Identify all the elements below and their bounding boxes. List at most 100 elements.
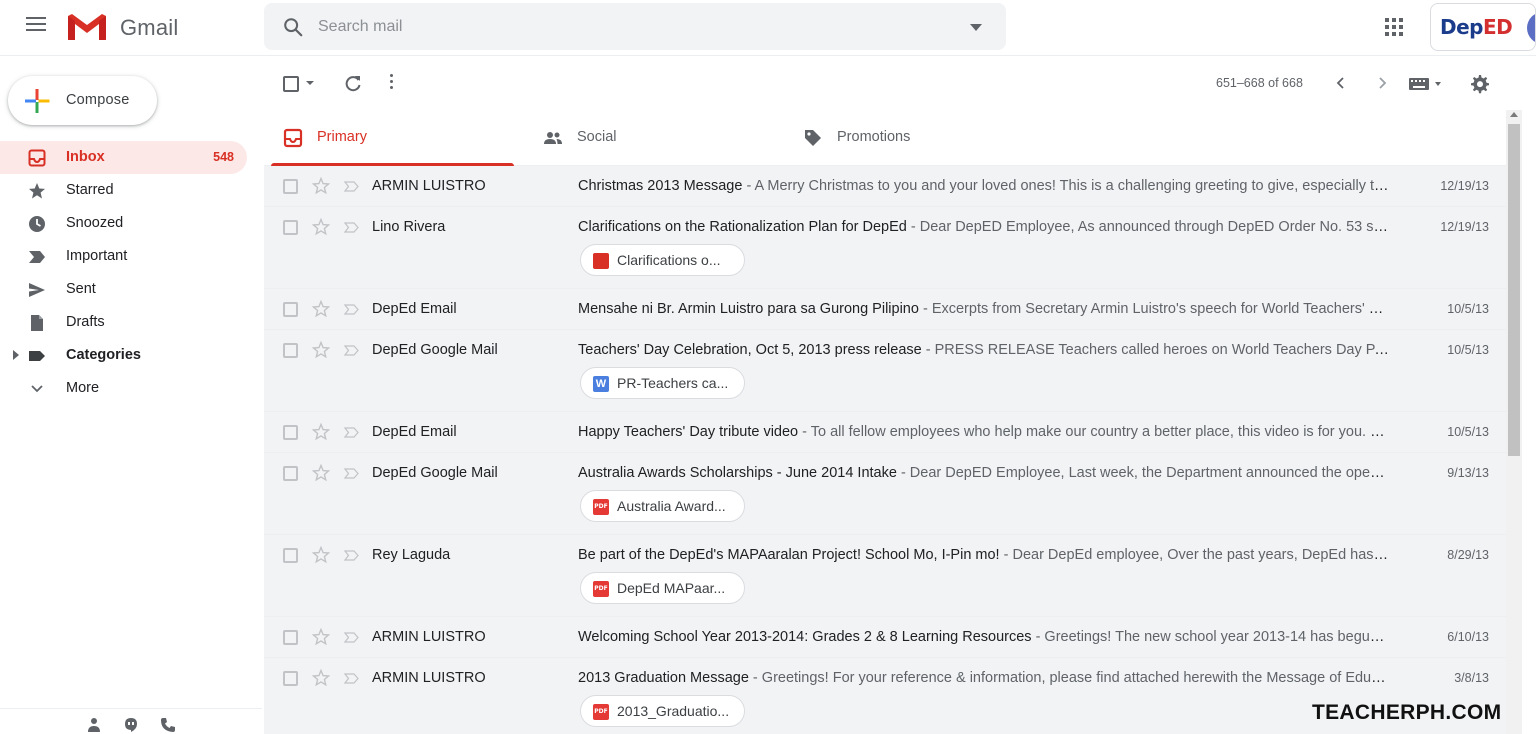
email-date: 6/10/13 <box>1447 630 1489 644</box>
email-row[interactable]: ARMIN LUISTRO Christmas 2013 Message - A … <box>264 166 1507 207</box>
email-subject: Be part of the DepEd's MAPAaralan Projec… <box>578 547 1000 563</box>
chevron-left-icon[interactable] <box>1334 76 1348 90</box>
sidebar-item-snoozed[interactable]: Snoozed <box>0 207 247 240</box>
pdf-file-icon: PDF <box>593 581 609 597</box>
sidebar-item-sent[interactable]: Sent <box>0 273 247 306</box>
row-checkbox[interactable] <box>283 466 298 481</box>
email-row[interactable]: DepEd Email Happy Teachers' Day tribute v… <box>264 412 1507 453</box>
search-icon[interactable] <box>282 16 304 38</box>
row-checkbox[interactable] <box>283 548 298 563</box>
row-checkbox[interactable] <box>283 220 298 235</box>
email-row[interactable]: Lino Rivera Clarifications on the Rationa… <box>264 207 1507 289</box>
more-options-icon[interactable] <box>390 74 394 92</box>
settings-gear-icon[interactable] <box>1470 74 1490 94</box>
email-row[interactable]: DepEd Google Mail Australia Awards Schola… <box>264 453 1507 535</box>
tab-social[interactable]: Social <box>524 110 774 166</box>
expand-caret-icon[interactable] <box>13 350 19 360</box>
email-sender: ARMIN LUISTRO <box>372 670 486 686</box>
star-outline-icon[interactable] <box>312 423 330 441</box>
search-input[interactable] <box>318 13 938 40</box>
attachment-chip[interactable]: W PR-Teachers ca... <box>580 367 745 399</box>
compose-label: Compose <box>66 92 130 108</box>
keyboard-icon[interactable] <box>1408 77 1448 91</box>
email-row[interactable]: DepEd Google Mail Teachers' Day Celebrati… <box>264 330 1507 412</box>
sidebar-item-inbox[interactable]: Inbox 548 <box>0 141 247 174</box>
chevron-right-icon[interactable] <box>1375 76 1389 90</box>
important-marker-icon[interactable] <box>344 222 359 233</box>
attachment-chip[interactable]: Clarifications o... <box>580 244 745 276</box>
email-row[interactable]: DepEd Email Mensahe ni Br. Armin Luistro … <box>264 289 1507 330</box>
star-outline-icon[interactable] <box>312 628 330 646</box>
important-marker-icon[interactable] <box>344 468 359 479</box>
select-all-checkbox[interactable] <box>283 76 299 92</box>
row-checkbox[interactable] <box>283 179 298 194</box>
email-row[interactable]: ARMIN LUISTRO Welcoming School Year 2013-… <box>264 617 1507 658</box>
sidebar-item-important[interactable]: Important <box>0 240 247 273</box>
email-content: Be part of the DepEd's MAPAaralan Projec… <box>578 547 1392 563</box>
sidebar-item-label: Categories <box>66 347 141 363</box>
star-outline-icon[interactable] <box>312 218 330 236</box>
avatar[interactable] <box>1527 12 1535 44</box>
email-subject: Clarifications on the Rationalization Pl… <box>578 219 907 235</box>
gmail-logo-icon[interactable] <box>66 12 108 42</box>
attachment-chip[interactable]: PDF 2013_Graduatio... <box>580 695 745 727</box>
sidebar-nav: Inbox 548 Starred Snoozed Important Sent… <box>0 141 262 405</box>
email-row[interactable]: Rey Laguda Be part of the DepEd's MAPAara… <box>264 535 1507 617</box>
tab-primary[interactable]: Primary <box>264 110 514 166</box>
email-snippet: - To all fellow employees who help make … <box>798 424 1392 440</box>
important-marker-icon[interactable] <box>344 632 359 643</box>
tab-promotions[interactable]: Promotions <box>784 110 1034 166</box>
hangouts-icon[interactable] <box>123 717 139 733</box>
category-tabs: Primary Social Promotions <box>264 110 1507 166</box>
select-dropdown-icon[interactable] <box>306 81 314 85</box>
sidebar-item-label: Sent <box>66 281 96 297</box>
star-outline-icon[interactable] <box>312 341 330 359</box>
google-apps-icon[interactable] <box>1383 16 1405 38</box>
row-checkbox[interactable] <box>283 630 298 645</box>
search-options-icon[interactable] <box>969 21 983 33</box>
important-marker-icon[interactable] <box>344 181 359 192</box>
email-sender: ARMIN LUISTRO <box>372 629 486 645</box>
sidebar-item-drafts[interactable]: Drafts <box>0 306 247 339</box>
email-snippet: - Dear DepED Employee, Last week, the De… <box>896 465 1392 481</box>
row-checkbox[interactable] <box>283 343 298 358</box>
scroll-up-arrow-icon[interactable] <box>1510 112 1518 117</box>
important-marker-icon[interactable] <box>344 304 359 315</box>
sidebar-item-starred[interactable]: Starred <box>0 174 247 207</box>
compose-button[interactable]: Compose <box>8 76 157 125</box>
unread-count-badge: 548 <box>213 150 234 164</box>
email-date: 10/5/13 <box>1447 302 1489 316</box>
attachment-chip[interactable]: PDF DepEd MAPaar... <box>580 572 745 604</box>
refresh-icon[interactable] <box>343 74 363 94</box>
scrollbar[interactable] <box>1506 110 1522 734</box>
star-outline-icon[interactable] <box>312 546 330 564</box>
scroll-thumb[interactable] <box>1508 124 1520 456</box>
attachment-chip[interactable]: PDF Australia Award... <box>580 490 745 522</box>
star-outline-icon[interactable] <box>312 464 330 482</box>
inbox-icon <box>28 149 46 167</box>
phone-icon[interactable] <box>160 717 176 733</box>
important-marker-icon[interactable] <box>344 550 359 561</box>
email-date: 8/29/13 <box>1447 548 1489 562</box>
important-marker-icon[interactable] <box>344 427 359 438</box>
main-menu-icon[interactable] <box>26 17 46 37</box>
important-marker-icon[interactable] <box>344 345 359 356</box>
email-snippet: - Greetings! For your reference & inform… <box>748 670 1392 686</box>
star-outline-icon[interactable] <box>312 300 330 318</box>
row-checkbox[interactable] <box>283 671 298 686</box>
row-checkbox[interactable] <box>283 425 298 440</box>
email-sender: DepEd Google Mail <box>372 342 498 358</box>
star-outline-icon[interactable] <box>312 669 330 687</box>
sidebar-item-more[interactable]: More <box>0 372 247 405</box>
app-name: Gmail <box>120 15 179 40</box>
star-outline-icon[interactable] <box>312 177 330 195</box>
row-checkbox[interactable] <box>283 302 298 317</box>
sidebar-item-categories[interactable]: Categories <box>0 339 247 372</box>
people-icon <box>544 132 562 144</box>
account-brand-logo[interactable]: DepED <box>1430 3 1536 51</box>
important-marker-icon[interactable] <box>344 673 359 684</box>
word-file-icon: W <box>593 376 609 392</box>
person-icon[interactable] <box>86 717 102 733</box>
email-sender: DepEd Email <box>372 301 457 317</box>
email-snippet: - PRESS RELEASE Teachers called heroes o… <box>925 342 1392 358</box>
